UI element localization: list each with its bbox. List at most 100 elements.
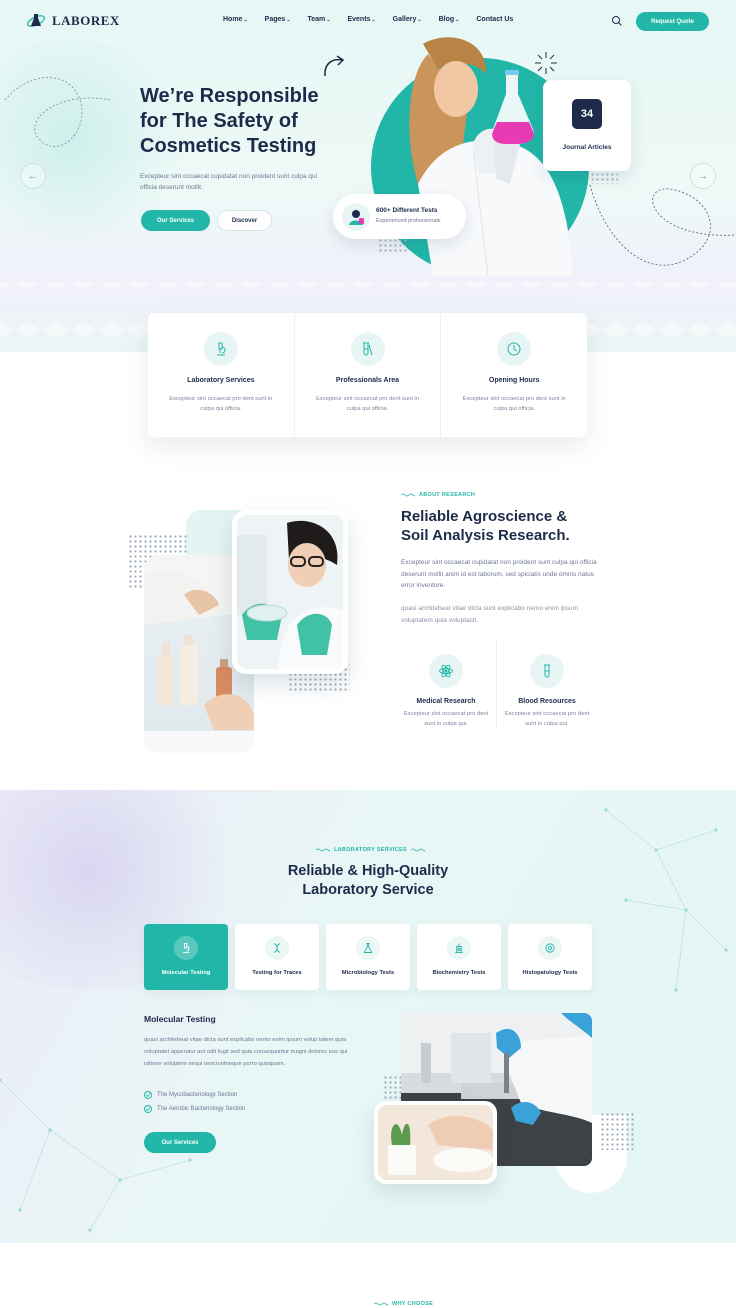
discover-button[interactable]: Discover xyxy=(217,210,272,231)
about-title: Reliable Agroscience & Soil Analysis Res… xyxy=(401,507,621,545)
nav-label: Contact Us xyxy=(476,16,514,23)
hero-title: We’re Responsible for The Safety of Cosm… xyxy=(140,84,370,159)
wave-icon xyxy=(401,493,415,497)
feature-professionals-area[interactable]: Professionals Area Excepteur sint occaec… xyxy=(295,313,442,437)
decorative-swirl xyxy=(4,77,111,147)
panel-title: Molecular Testing xyxy=(144,1014,216,1024)
atom-icon xyxy=(429,654,463,688)
features-card-group: Laboratory Services Excepteur sint occae… xyxy=(148,313,587,437)
about-feature-text: Excepteur sint occaecat pro dent sunt in… xyxy=(403,711,489,727)
microscope-icon xyxy=(203,332,238,366)
feature-laboratory-services[interactable]: Laboratory Services Excepteur sint occae… xyxy=(148,313,295,437)
scientist-avatar-icon xyxy=(342,203,370,231)
prev-slide-button[interactable]: ← xyxy=(20,163,46,189)
nav-label: Blog xyxy=(438,16,455,23)
lab-title: Reliable & High-Quality Laboratory Servi… xyxy=(0,862,736,900)
about-paragraph-secondary: quasi architebeat vitae dicta sunt expli… xyxy=(401,605,579,624)
our-services-button[interactable]: Our Services xyxy=(144,1132,216,1153)
why-choose-section: WHY CHOOSE xyxy=(0,1243,736,1308)
nav-label: Team xyxy=(307,16,326,23)
nav-label: Events xyxy=(347,16,371,23)
feature-text: Excepteur sint occaecat pro dent sunt in… xyxy=(462,396,566,412)
dot-pattern xyxy=(600,1112,634,1150)
chevron-down-icon: ⌄ xyxy=(286,16,291,23)
about-feature-medical-research[interactable]: Medical Research Excepteur sint occaecat… xyxy=(401,654,491,729)
lab-equipment-icon xyxy=(447,936,471,960)
tab-molecular-testing[interactable]: Molecular Testing xyxy=(144,924,228,990)
arrow-right-icon: → xyxy=(697,170,709,182)
hero-title-line: We’re Responsible xyxy=(140,85,319,107)
panel-text: quasi architebeat vitae dicta sunt expli… xyxy=(144,1037,348,1067)
skincare-image xyxy=(374,1101,497,1184)
network-pattern xyxy=(604,808,728,992)
feature-title: Laboratory Services xyxy=(187,377,255,384)
dot-pattern xyxy=(590,172,618,184)
nav-item-contact[interactable]: Contact Us xyxy=(476,16,513,23)
check-circle-icon xyxy=(144,1091,152,1099)
next-slide-button[interactable]: → xyxy=(690,163,716,189)
tab-histopatology-tests[interactable]: Histopatology Tests xyxy=(508,924,592,990)
about-paragraph: Excepteur sint occaecat cupidatat non pr… xyxy=(401,559,597,589)
request-quote-button[interactable]: Request Quote xyxy=(636,12,709,31)
lab-services-section xyxy=(0,790,736,1243)
tab-testing-for-traces[interactable]: Testing for Traces xyxy=(235,924,319,990)
nav-item-gallery[interactable]: Gallery ⌄ xyxy=(393,16,422,23)
nav-item-pages[interactable]: Pages ⌄ xyxy=(265,16,291,23)
check-item: The Aerobic Bacteriology Section xyxy=(144,1105,245,1113)
chevron-down-icon: ⌄ xyxy=(243,16,248,23)
curved-arrow-icon xyxy=(324,55,345,77)
hero-title-line: for The Safety of xyxy=(140,110,298,132)
lab-title-line: Laboratory Service xyxy=(302,882,434,898)
microscope-icon xyxy=(174,936,198,960)
wave-icon xyxy=(374,1302,388,1306)
eyebrow-label: WHY CHOOSE xyxy=(392,1301,434,1307)
logo-flask-icon xyxy=(27,14,45,27)
test-tube-icon xyxy=(530,654,564,688)
tab-label: Testing for Traces xyxy=(252,970,302,976)
nav-item-blog[interactable]: Blog ⌄ xyxy=(439,16,460,23)
nav-label: Pages xyxy=(264,16,286,23)
feature-text: Excepteur sint occaecat pro dent sunt in… xyxy=(169,396,273,412)
main-nav: Home ⌄ Pages ⌄ Team ⌄ Events ⌄ Gallery ⌄ Blog… xyxy=(223,16,530,23)
check-label: The Mycobacteriology Section xyxy=(157,1092,238,1098)
lab-title-line: Reliable & High-Quality xyxy=(287,863,449,879)
our-services-button[interactable]: Our Services xyxy=(141,210,210,231)
feature-text: Excepteur sint occaecat pro dent sunt in… xyxy=(315,396,420,412)
search-icon[interactable] xyxy=(611,15,623,27)
about-feature-blood-resources[interactable]: Blood Resources Excepteur sint occaecat … xyxy=(502,654,592,729)
clock-icon xyxy=(497,332,532,366)
journal-label: Journal Articles xyxy=(562,144,612,151)
check-label: The Aerobic Bacteriology Section xyxy=(157,1106,246,1112)
tests-subtitle: Experienced professionals xyxy=(376,218,441,224)
nav-label: Home xyxy=(223,16,243,23)
journal-count: 34 xyxy=(572,99,602,129)
site-header: LABOREX Home ⌄ Pages ⌄ Team ⌄ Events ⌄ Galle… xyxy=(0,0,736,42)
nav-item-home[interactable]: Home ⌄ xyxy=(223,16,248,23)
nav-item-events[interactable]: Events ⌄ xyxy=(347,16,375,23)
about-title-line: Reliable Agroscience & xyxy=(401,508,568,525)
dna-icon xyxy=(265,936,289,960)
eyebrow-label: LABORATORY SERVICES xyxy=(334,847,407,853)
check-circle-icon xyxy=(144,1105,152,1113)
tab-microbiology-tests[interactable]: Microbiology Tests xyxy=(326,924,410,990)
tab-label: Microbiology Tests xyxy=(341,970,395,976)
about-feature-text: Excepteur sint occaecat pro dent sunt in… xyxy=(504,711,590,727)
tab-biochemistry-tests[interactable]: Biochemistry Tests xyxy=(417,924,501,990)
nav-label: Gallery xyxy=(392,16,417,23)
nav-item-team[interactable]: Team ⌄ xyxy=(307,16,330,23)
feature-opening-hours[interactable]: Opening Hours Excepteur sint occaecat pr… xyxy=(441,313,587,437)
hero-title-line: Cosmetics Testing xyxy=(140,135,317,157)
flask-icon xyxy=(356,936,380,960)
divider xyxy=(496,640,497,730)
why-eyebrow: WHY CHOOSE xyxy=(374,1301,433,1307)
logo[interactable]: LABOREX xyxy=(26,12,120,30)
chevron-down-icon: ⌄ xyxy=(326,16,331,23)
about-feature-title: Medical Research xyxy=(416,698,476,705)
decorative-swirl-right xyxy=(589,184,736,266)
eyebrow-label: ABOUT RESEARCH xyxy=(419,492,476,498)
wave-icon xyxy=(316,848,330,852)
hero-section: LABOREX Home ⌄ Pages ⌄ Team ⌄ Events ⌄ Galle… xyxy=(0,0,736,352)
feature-title: Opening Hours xyxy=(488,377,540,384)
about-title-line: Soil Analysis Research. xyxy=(401,527,570,544)
tab-label: Biochemistry Tests xyxy=(432,970,486,976)
